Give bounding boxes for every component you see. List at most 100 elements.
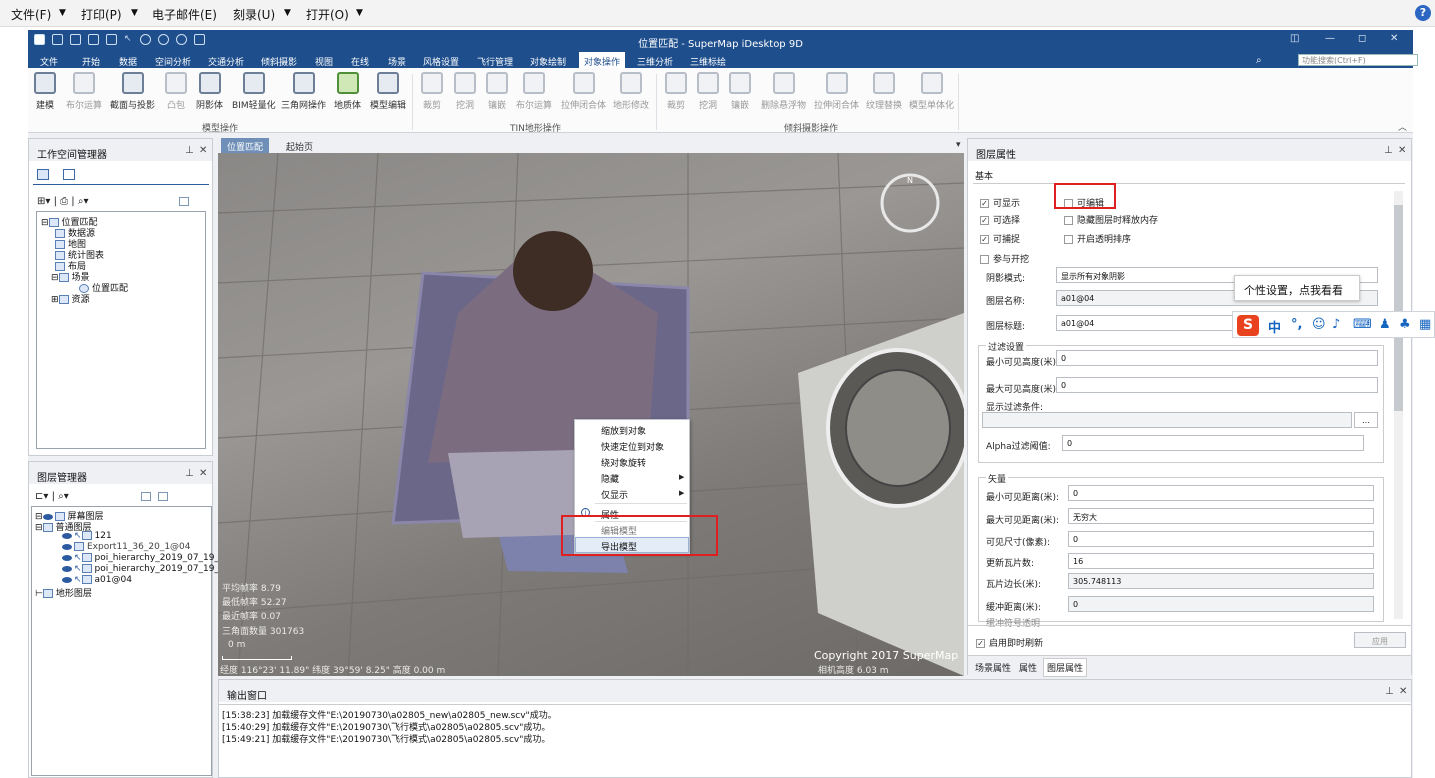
- chevron-down-icon[interactable]: ▼: [59, 8, 66, 18]
- tab-draw-object[interactable]: 对象绘制: [530, 55, 566, 68]
- ime-tooltip[interactable]: 个性设置，点我看看: [1234, 275, 1360, 301]
- close-icon[interactable]: ✕: [1398, 145, 1406, 156]
- scrollbar-thumb[interactable]: [1394, 205, 1403, 411]
- build-button[interactable]: 建模: [34, 72, 56, 111]
- tin-ops-button[interactable]: 三角网操作: [281, 72, 326, 111]
- tab-spatial-analysis[interactable]: 空间分析: [155, 55, 191, 68]
- layer-toolbar-icons[interactable]: ⊏▾ | ⌕▾: [35, 491, 69, 502]
- restore-panels-icon[interactable]: ◫: [1290, 33, 1299, 44]
- tab-3d-analysis[interactable]: 三维分析: [637, 55, 673, 68]
- oblique-extrude-button[interactable]: 拉伸闭合体: [814, 72, 859, 111]
- move-down-icon[interactable]: [158, 492, 168, 501]
- eye-icon[interactable]: [62, 576, 72, 583]
- close-icon[interactable]: ✕: [199, 145, 207, 156]
- tab-data[interactable]: 数据: [119, 55, 137, 68]
- snappable-checkbox[interactable]: ✓ 可捕捉: [980, 232, 1020, 245]
- checkbox-unchecked[interactable]: [1064, 216, 1073, 225]
- tab-object-ops[interactable]: 对象操作: [579, 52, 626, 68]
- chevron-down-icon[interactable]: ▾: [950, 138, 967, 152]
- tab-3d-plot[interactable]: 三维标绘: [690, 55, 726, 68]
- min-dist-select[interactable]: 0: [1068, 485, 1374, 501]
- collapse-tree-icon[interactable]: [179, 197, 189, 206]
- menu-print[interactable]: 打印(P): [81, 6, 122, 23]
- workspace-tree-icon[interactable]: [37, 169, 49, 180]
- terrain-modify-button[interactable]: 地形修改: [613, 72, 649, 111]
- fullscreen-icon[interactable]: ⤢: [1400, 55, 1407, 65]
- transparency-sort-checkbox[interactable]: 开启透明排序: [1064, 232, 1131, 245]
- tab-style[interactable]: 风格设置: [423, 55, 459, 68]
- pin-icon[interactable]: ⊥: [185, 145, 194, 156]
- checkbox-checked[interactable]: ✓: [980, 199, 989, 208]
- user-icon[interactable]: ♟: [1379, 317, 1391, 332]
- chevron-down-icon[interactable]: ▼: [284, 8, 291, 18]
- tab-scene[interactable]: 场景: [388, 55, 406, 68]
- tab-online[interactable]: 在线: [351, 55, 369, 68]
- boolean-button[interactable]: 布尔运算: [66, 72, 102, 111]
- checkbox-unchecked[interactable]: [1064, 235, 1073, 244]
- tab-oblique[interactable]: 倾斜摄影: [261, 55, 297, 68]
- oblique-hole-button[interactable]: 挖洞: [697, 72, 719, 111]
- pin-icon[interactable]: ⊥: [185, 468, 194, 479]
- microphone-icon[interactable]: ♪: [1332, 317, 1340, 332]
- chevron-down-icon[interactable]: ▼: [356, 8, 363, 18]
- apply-button[interactable]: 应用: [1354, 632, 1406, 648]
- checkbox-unchecked[interactable]: [980, 255, 989, 264]
- release-memory-checkbox[interactable]: 隐藏图层时释放内存: [1064, 213, 1158, 226]
- menu-zoom-to-object[interactable]: 缩放到对象: [601, 424, 646, 437]
- tree-node-layer-export[interactable]: Export11_36_20_1@04: [62, 542, 191, 552]
- help-icon[interactable]: ?: [1415, 5, 1431, 21]
- convex-hull-button[interactable]: 凸包: [165, 72, 187, 111]
- maximize-icon[interactable]: ◻: [1358, 33, 1366, 44]
- close-icon[interactable]: ✕: [199, 468, 207, 479]
- tin-extrude-button[interactable]: 拉伸闭合体: [561, 72, 606, 111]
- texture-replace-button[interactable]: 纹理替换: [866, 72, 902, 111]
- visible-checkbox[interactable]: ✓ 可显示: [980, 196, 1020, 209]
- tree-node-layer-poi-1[interactable]: ↖ poi_hierarchy_2019_07_19_1_10: [62, 553, 241, 563]
- tab-layer-props[interactable]: 图层属性: [1043, 658, 1088, 677]
- chevron-down-icon[interactable]: ▼: [131, 8, 138, 18]
- menu-show-only[interactable]: 仅显示: [601, 488, 628, 501]
- filter-condition-field[interactable]: [982, 412, 1352, 428]
- ime-language-toggle[interactable]: 中: [1268, 317, 1281, 336]
- buffer-distance-field[interactable]: 0: [1068, 596, 1374, 612]
- minimize-icon[interactable]: —: [1325, 33, 1335, 44]
- tin-hole-button[interactable]: 挖洞: [454, 72, 476, 111]
- realtime-refresh-checkbox[interactable]: ✓ 启用即时刷新: [976, 636, 1043, 649]
- toolbar-add-icon[interactable]: ⊞▾ | ⎙ | ⌕▾: [37, 196, 88, 207]
- oblique-clip-button[interactable]: 裁剪: [665, 72, 687, 111]
- menu-hide[interactable]: 隐藏: [601, 472, 619, 485]
- shadow-volume-button[interactable]: 阴影体: [196, 72, 223, 111]
- pin-icon[interactable]: ⊥: [1384, 145, 1393, 156]
- update-tiles-field[interactable]: 16: [1068, 553, 1374, 569]
- checkbox-checked[interactable]: ✓: [976, 639, 985, 648]
- remove-floating-button[interactable]: 删除悬浮物: [761, 72, 806, 111]
- section-projection-button[interactable]: 截面与投影: [110, 72, 155, 111]
- select-arrow-icon[interactable]: ↖: [74, 575, 82, 585]
- alpha-threshold-field[interactable]: 0: [1062, 435, 1364, 451]
- menu-file[interactable]: 文件(F): [11, 6, 51, 23]
- bim-lite-button[interactable]: BIM轻量化: [232, 72, 276, 111]
- tab-scene-props[interactable]: 场景属性: [975, 661, 1011, 674]
- menu-locate-object[interactable]: 快速定位到对象: [601, 440, 664, 453]
- menu-burn[interactable]: 刻录(U): [233, 6, 275, 23]
- max-height-select[interactable]: 0: [1056, 377, 1378, 393]
- tin-clip-button[interactable]: 裁剪: [421, 72, 443, 111]
- scene-tree-icon[interactable]: [63, 169, 75, 180]
- filter-browse-button[interactable]: …: [1354, 412, 1378, 428]
- eye-icon[interactable]: [42, 513, 53, 520]
- sogou-logo-icon[interactable]: S: [1237, 315, 1259, 336]
- menu-email[interactable]: 电子邮件(E): [152, 6, 217, 23]
- oblique-mosaic-button[interactable]: 镶嵌: [729, 72, 751, 111]
- scene-view[interactable]: N 平均帧率 8.79 最低帧率 52.27 最近帧率 0.07 三角面数量 3…: [218, 153, 964, 676]
- punctuation-icon[interactable]: °,: [1291, 317, 1302, 332]
- select-arrow-icon[interactable]: ↖: [74, 553, 82, 563]
- menu-open[interactable]: 打开(O): [306, 6, 349, 23]
- close-icon[interactable]: ✕: [1390, 33, 1398, 44]
- tin-mosaic-button[interactable]: 镶嵌: [486, 72, 508, 111]
- tree-node-layer-poi-2[interactable]: ↖ poi_hierarchy_2019_07_19_1_10: [62, 564, 241, 574]
- min-size-field[interactable]: 0: [1068, 531, 1374, 547]
- tab-file[interactable]: 文件: [40, 55, 58, 68]
- tab-view[interactable]: 视图: [315, 55, 333, 68]
- output-log[interactable]: [15:38:23] 加载缓存文件"E:\20190730\a02805_new…: [219, 704, 1411, 777]
- tile-length-field[interactable]: 305.748113: [1068, 573, 1374, 589]
